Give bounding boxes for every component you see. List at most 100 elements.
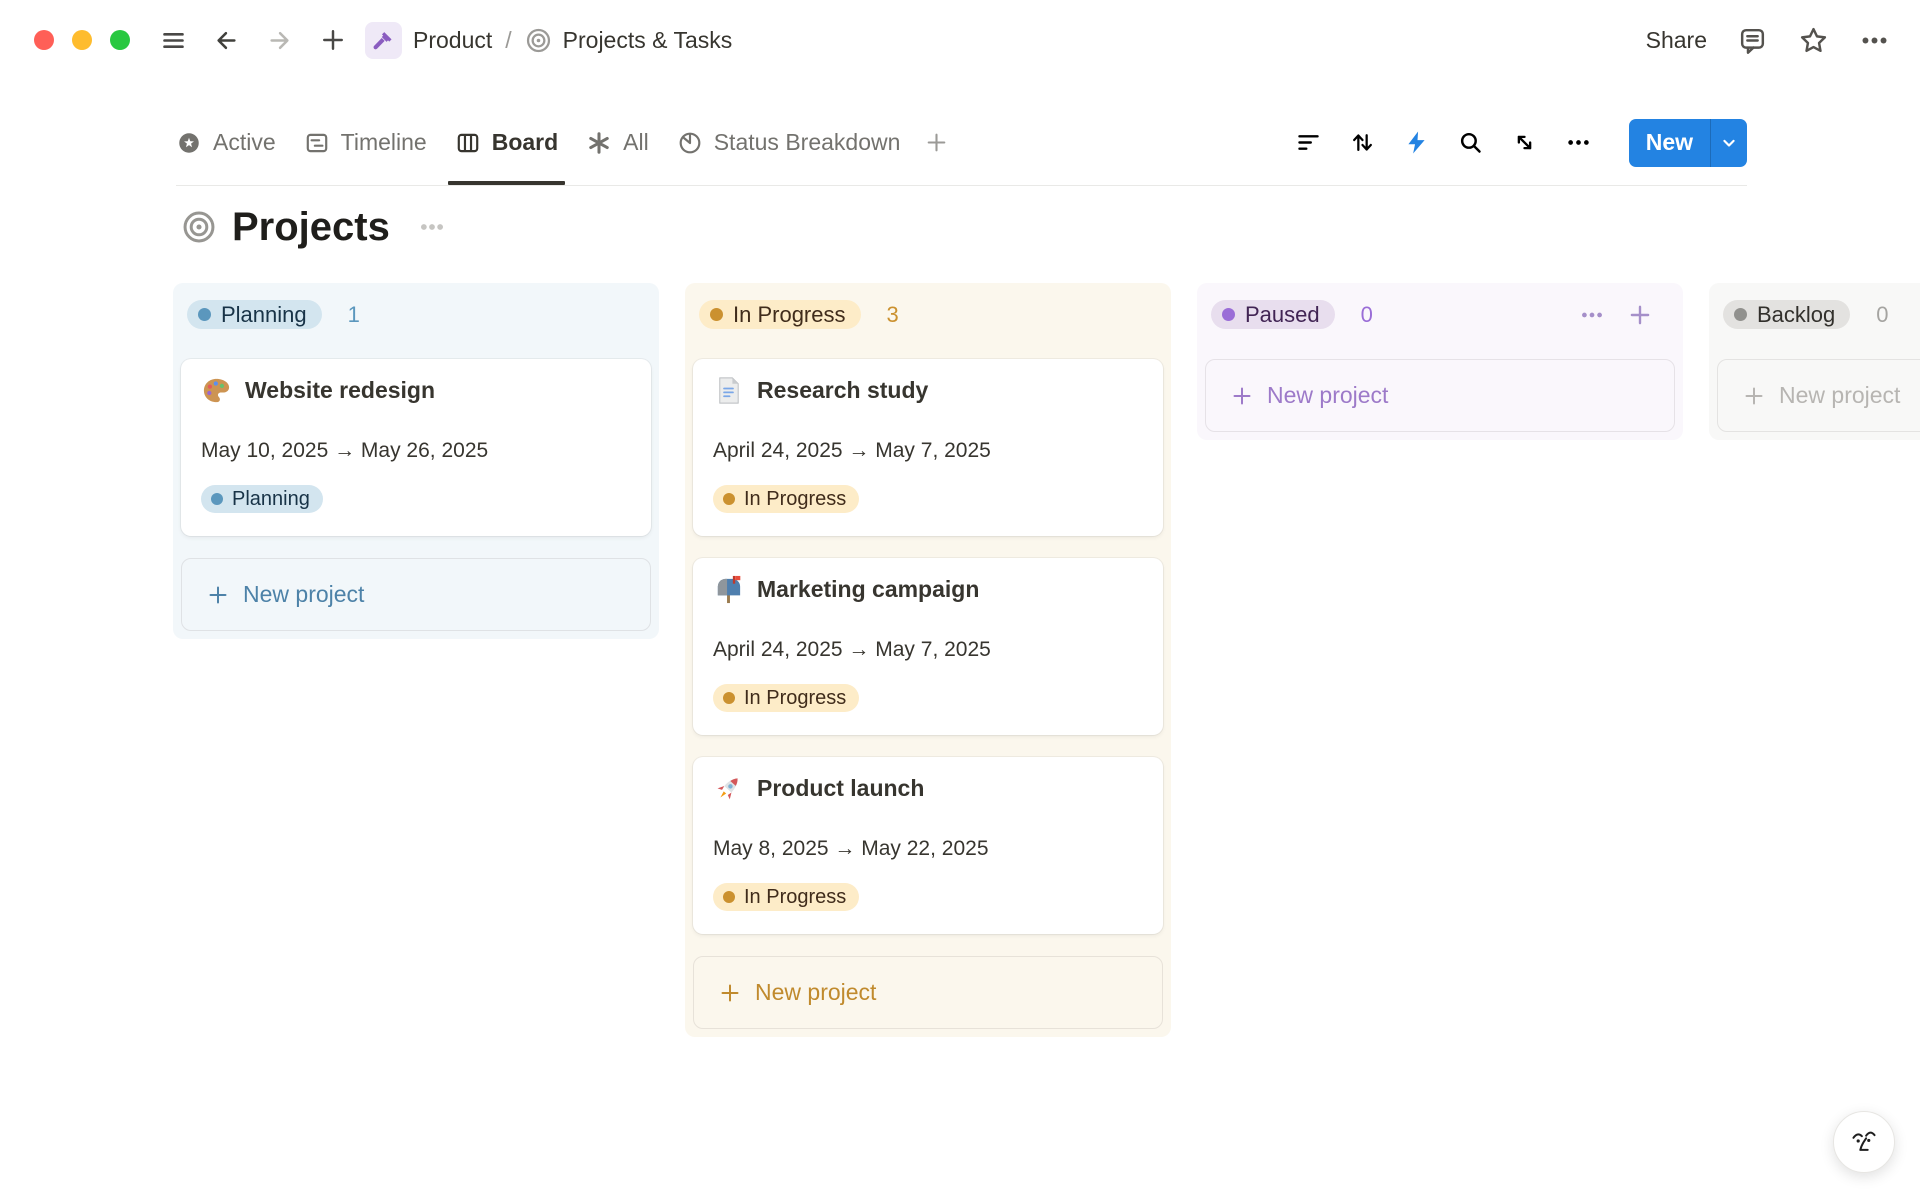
card-status-pill: In Progress [713, 684, 859, 712]
search-button[interactable] [1457, 129, 1484, 156]
view-more-button[interactable] [1565, 129, 1592, 156]
column-count: 0 [1361, 302, 1373, 328]
tab-label: Board [492, 129, 558, 156]
mailbox-icon [713, 574, 744, 605]
target-icon [181, 209, 217, 245]
ellipsis-icon [417, 212, 447, 242]
column-backlog: Backlog 0 New project [1709, 283, 1920, 440]
comments-button[interactable] [1737, 25, 1768, 56]
filter-button[interactable] [1295, 129, 1322, 156]
status-dot [1222, 308, 1235, 321]
add-view-button[interactable] [924, 130, 949, 155]
tab-all[interactable]: All [574, 100, 661, 185]
page-heading: Projects [181, 203, 447, 251]
plus-icon [1627, 302, 1653, 328]
column-count: 1 [348, 302, 360, 328]
plus-icon [1230, 384, 1254, 408]
sort-button[interactable] [1349, 129, 1376, 156]
more-options-button[interactable] [1859, 25, 1890, 56]
target-icon [525, 27, 552, 54]
expand-button[interactable] [1511, 129, 1538, 156]
new-project-button-paused[interactable]: New project [1205, 359, 1675, 432]
new-project-label: New project [755, 979, 876, 1006]
project-card-marketing-campaign[interactable]: Marketing campaign April 24, 2025 → May … [693, 558, 1163, 735]
breadcrumb-page[interactable]: Projects & Tasks [563, 27, 733, 54]
status-dot [198, 308, 211, 321]
tab-active[interactable]: Active [164, 100, 288, 185]
new-project-label: New project [243, 581, 364, 608]
tab-label: Status Breakdown [714, 129, 901, 156]
column-more-button[interactable] [1579, 302, 1605, 328]
automations-button[interactable] [1403, 129, 1430, 156]
document-icon [713, 375, 744, 406]
card-status-pill: Planning [201, 485, 323, 513]
status-pill-planning[interactable]: Planning [187, 300, 322, 329]
status-dot [211, 493, 223, 505]
column-paused: Paused 0 New project [1197, 283, 1683, 440]
new-project-button-backlog[interactable]: New project [1717, 359, 1920, 432]
new-button[interactable]: New [1629, 119, 1710, 167]
status-dot [1734, 308, 1747, 321]
status-pill-in-progress[interactable]: In Progress [699, 300, 861, 329]
arrow-right-icon [266, 27, 293, 54]
sidebar-menu-button[interactable] [160, 27, 187, 54]
status-label: In Progress [733, 302, 846, 328]
new-dropdown-button[interactable] [1710, 119, 1747, 167]
forward-button[interactable] [266, 27, 293, 54]
status-pill-backlog[interactable]: Backlog [1723, 300, 1850, 329]
window-titlebar: Product / Projects & Tasks Share [0, 0, 1920, 80]
tab-timeline[interactable]: Timeline [292, 100, 439, 185]
lightning-icon [1403, 129, 1430, 156]
palette-icon [201, 375, 232, 406]
project-card-product-launch[interactable]: Product launch May 8, 2025 → May 22, 202… [693, 757, 1163, 934]
close-button[interactable] [34, 30, 54, 50]
ellipsis-icon [1859, 25, 1890, 56]
asterisk-icon [586, 130, 612, 156]
card-status-label: Planning [232, 488, 310, 511]
tab-status-breakdown[interactable]: Status Breakdown [665, 100, 913, 185]
ellipsis-icon [1565, 129, 1592, 156]
page-title[interactable]: Projects [232, 203, 390, 251]
share-button[interactable]: Share [1646, 27, 1707, 54]
zoom-button[interactable] [110, 30, 130, 50]
status-pill-paused[interactable]: Paused [1211, 300, 1335, 329]
plus-icon [718, 981, 742, 1005]
column-count: 3 [887, 302, 899, 328]
column-add-button[interactable] [1627, 302, 1653, 328]
card-dates: May 10, 2025 → May 26, 2025 [201, 439, 631, 463]
timeline-icon [304, 130, 330, 156]
view-toolbar: New [1295, 119, 1747, 167]
status-dot [723, 493, 735, 505]
workspace-icon-box[interactable] [365, 22, 402, 59]
plus-icon [924, 130, 949, 155]
new-tab-button[interactable] [319, 26, 347, 54]
tab-board[interactable]: Board [443, 100, 570, 185]
board-columns-icon [455, 130, 481, 156]
status-dot [710, 308, 723, 321]
page-title-more-button[interactable] [417, 212, 447, 242]
notion-window: Product / Projects & Tasks Share Active [0, 0, 1920, 1200]
card-status-label: In Progress [744, 886, 846, 909]
minimize-button[interactable] [72, 30, 92, 50]
hamburger-icon [160, 27, 187, 54]
new-project-button-in-progress[interactable]: New project [693, 956, 1163, 1029]
status-label: Paused [1245, 302, 1320, 328]
card-dates: April 24, 2025 → May 7, 2025 [713, 638, 1143, 662]
card-status-label: In Progress [744, 488, 846, 511]
project-card-research-study[interactable]: Research study April 24, 2025 → May 7, 2… [693, 359, 1163, 536]
chevron-down-icon [1719, 133, 1739, 153]
breadcrumb-workspace[interactable]: Product [413, 27, 492, 54]
project-card-website-redesign[interactable]: Website redesign May 10, 2025 → May 26, … [181, 359, 651, 536]
tab-label: Active [213, 129, 276, 156]
new-split-button: New [1629, 119, 1747, 167]
favorite-button[interactable] [1798, 25, 1829, 56]
notion-ai-button[interactable] [1833, 1111, 1895, 1173]
status-dot [723, 891, 735, 903]
new-project-label: New project [1779, 382, 1900, 409]
card-title: Website redesign [245, 377, 435, 404]
column-in-progress: In Progress 3 Research study April 24, 2… [685, 283, 1171, 1037]
back-button[interactable] [213, 27, 240, 54]
new-project-button-planning[interactable]: New project [181, 558, 651, 631]
status-label: Backlog [1757, 302, 1835, 328]
status-label: Planning [221, 302, 307, 328]
